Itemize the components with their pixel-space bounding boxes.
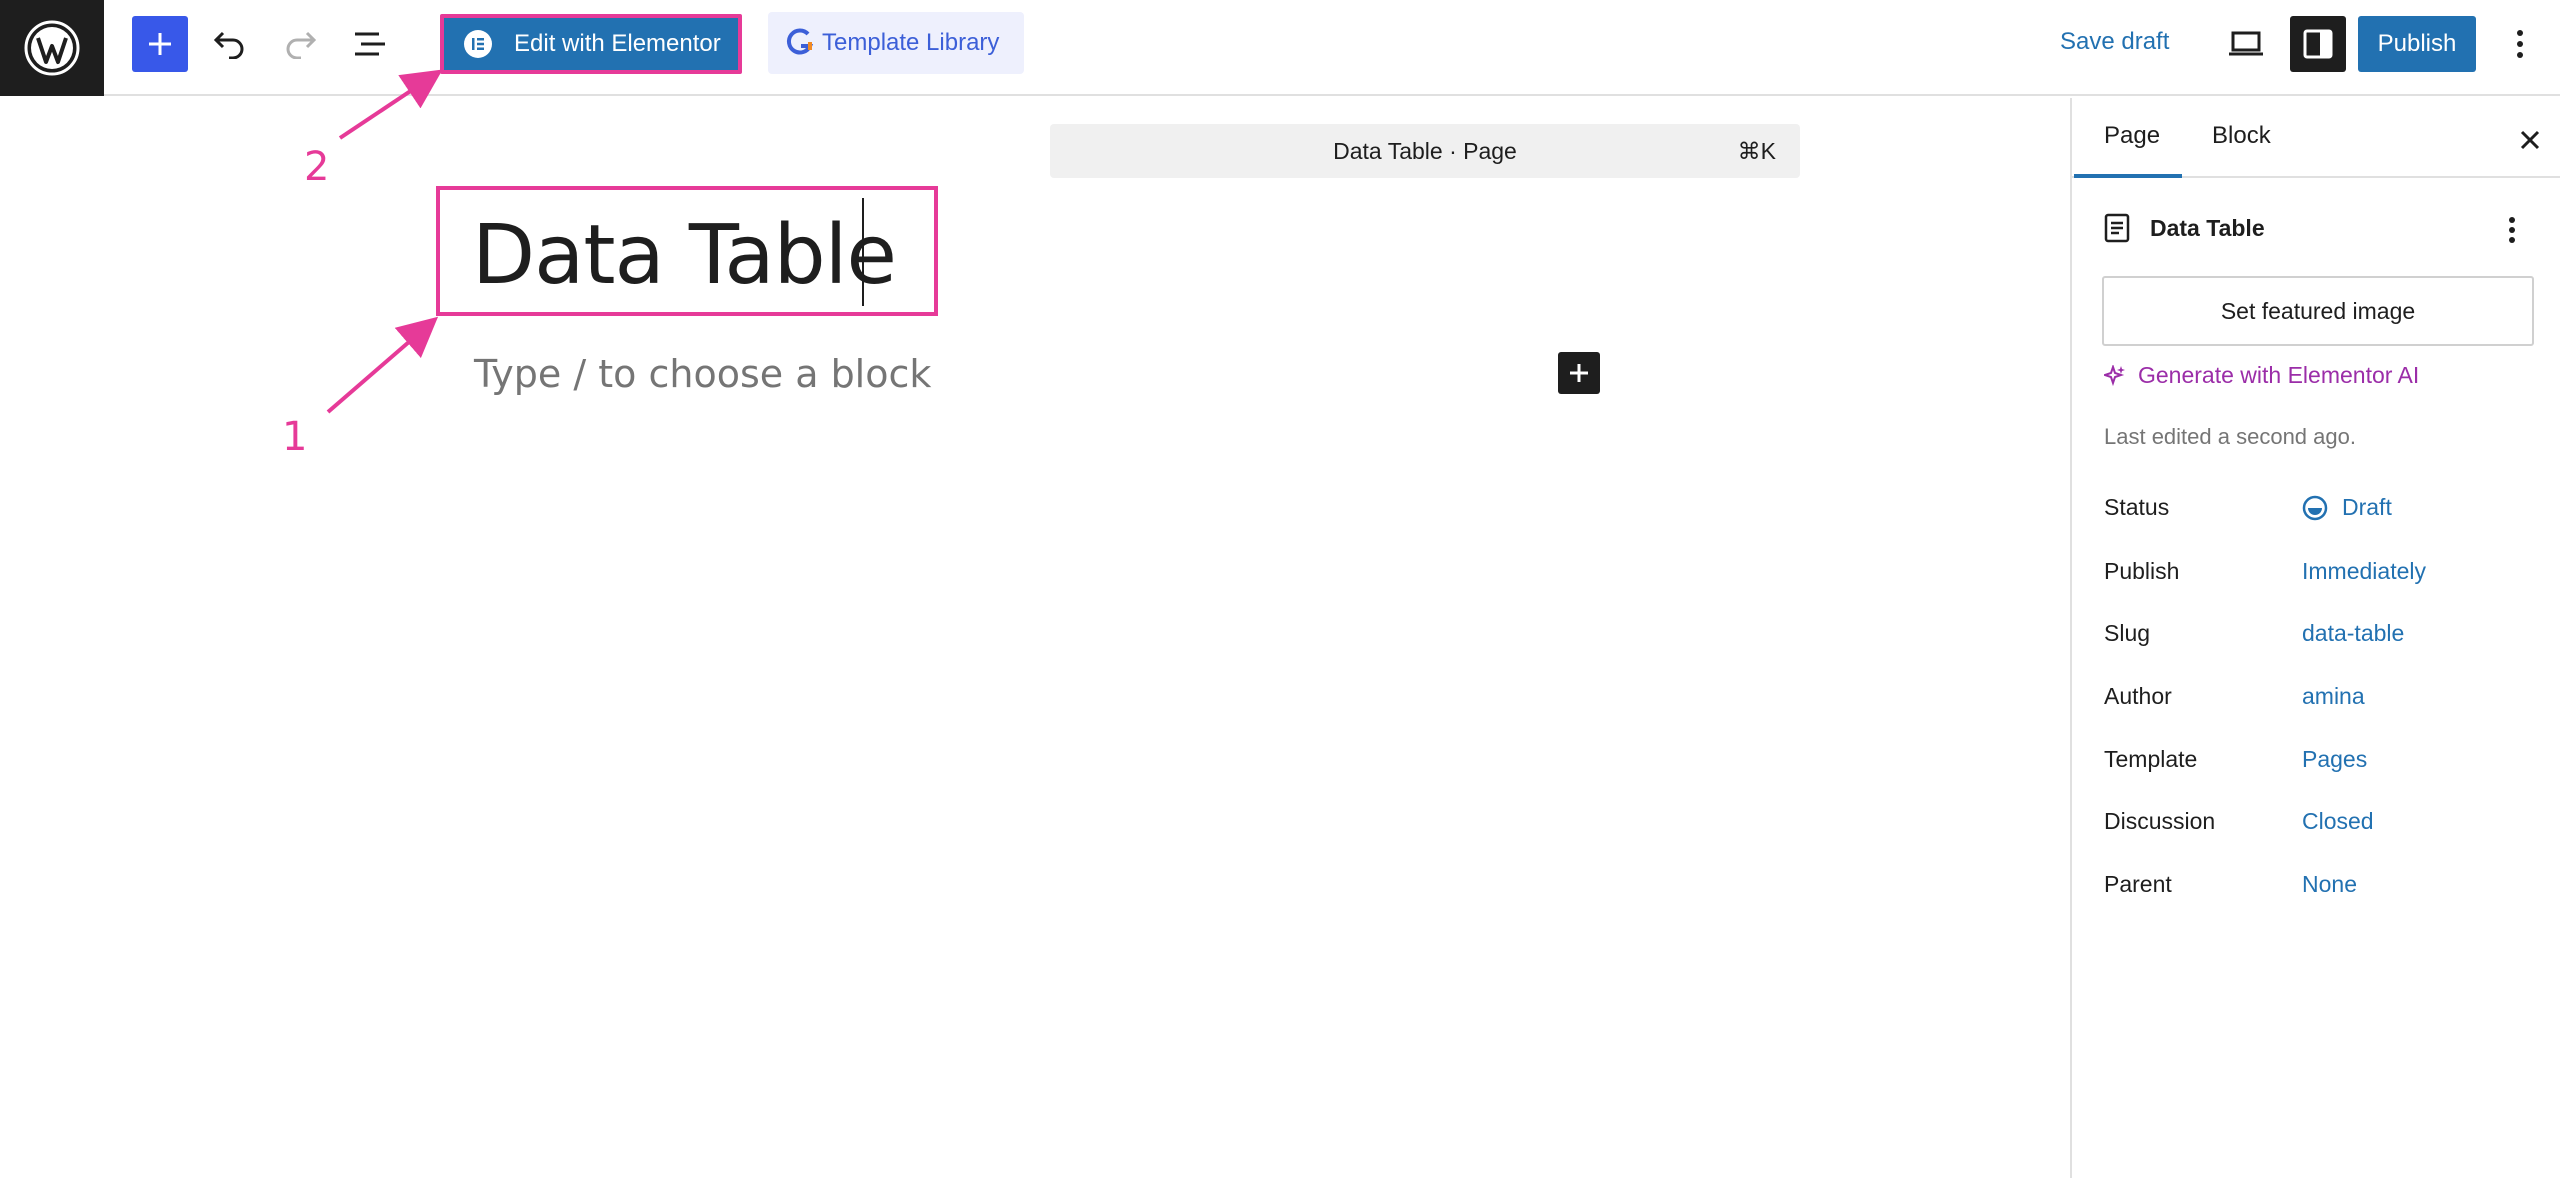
status-value-button[interactable]: Draft <box>2302 494 2392 521</box>
editor-canvas: Data Table · Page ⌘K Data Table Type / t… <box>0 98 2070 1178</box>
redo-button[interactable] <box>276 20 324 68</box>
property-slug: Slug data-table <box>2104 620 2544 656</box>
property-publish: Publish Immediately <box>2104 558 2544 594</box>
property-template: Template Pages <box>2104 746 2544 782</box>
property-value[interactable]: None <box>2302 871 2357 898</box>
save-draft-button[interactable]: Save draft <box>2060 28 2169 56</box>
more-vertical-icon <box>2517 30 2523 58</box>
document-overview-button[interactable] <box>346 20 394 68</box>
template-library-button[interactable]: Template Library <box>768 12 1024 74</box>
property-value[interactable]: amina <box>2302 683 2365 710</box>
property-value: Draft <box>2342 494 2392 520</box>
generate-ai-label: Generate with Elementor AI <box>2138 362 2420 388</box>
sidebar-icon <box>2303 29 2333 59</box>
edit-with-elementor-label: Edit with Elementor <box>514 30 721 57</box>
annotation-number-1: 1 <box>282 414 308 460</box>
close-icon <box>2520 130 2540 150</box>
more-vertical-icon <box>2509 217 2515 243</box>
document-summary: Data Table <box>2104 208 2544 248</box>
ai-sparkle-icon <box>2104 364 2125 386</box>
property-label: Parent <box>2104 871 2172 897</box>
publish-button[interactable]: Publish <box>2358 16 2476 72</box>
post-title-input[interactable]: Data Table <box>472 208 897 303</box>
property-label: Template <box>2104 746 2198 772</box>
draft-status-icon <box>2302 495 2328 520</box>
property-label: Discussion <box>2104 808 2216 834</box>
document-actions-button[interactable] <box>2492 210 2532 250</box>
options-menu-button[interactable] <box>2498 22 2542 66</box>
template-library-logo-icon <box>786 28 814 55</box>
plus-icon <box>149 33 171 55</box>
property-value[interactable]: data-table <box>2302 620 2404 647</box>
block-inserter-toggle-button[interactable] <box>132 16 188 72</box>
set-featured-image-button[interactable]: Set featured image <box>2102 276 2534 346</box>
settings-sidebar: Page Block Data Table Set featured image… <box>2070 98 2560 1178</box>
property-label: Author <box>2104 683 2172 709</box>
close-sidebar-button[interactable] <box>2508 118 2552 162</box>
undo-button[interactable] <box>206 20 254 68</box>
editor-header: Edit with Elementor Template Library Sav… <box>0 0 2560 96</box>
tab-page[interactable]: Page <box>2104 122 2160 150</box>
property-parent: Parent None <box>2104 871 2544 907</box>
property-value[interactable]: Immediately <box>2302 558 2426 585</box>
undo-icon <box>213 31 244 59</box>
document-title: Data Table <box>2150 214 2265 241</box>
sidebar-tabs: Page Block <box>2072 98 2560 178</box>
plus-icon <box>1570 364 1588 382</box>
property-label: Status <box>2104 494 2170 520</box>
last-edited-text: Last edited a second ago. <box>2104 424 2356 449</box>
redo-icon <box>286 31 317 59</box>
edit-with-elementor-button[interactable]: Edit with Elementor <box>440 14 742 74</box>
command-bar-shortcut: ⌘K <box>1737 137 1776 164</box>
active-tab-indicator <box>2074 174 2182 178</box>
template-library-label: Template Library <box>822 29 1000 56</box>
elementor-logo-icon <box>464 30 492 58</box>
block-placeholder[interactable]: Type / to choose a block <box>474 352 931 396</box>
page-icon <box>2104 213 2130 243</box>
preview-button[interactable] <box>2220 22 2272 66</box>
command-bar-title: Data Table · Page <box>1333 137 1517 164</box>
text-caret <box>862 198 864 306</box>
desktop-preview-icon <box>2229 31 2263 56</box>
property-value[interactable]: Pages <box>2302 746 2367 773</box>
wordpress-logo-icon[interactable] <box>0 0 104 96</box>
property-author: Author amina <box>2104 683 2544 719</box>
list-view-icon <box>355 32 385 56</box>
generate-with-elementor-ai-link[interactable]: Generate with Elementor AI <box>2104 362 2419 389</box>
property-status: Status Draft <box>2104 494 2544 530</box>
property-label: Slug <box>2104 620 2151 646</box>
add-block-button[interactable] <box>1558 352 1600 394</box>
property-discussion: Discussion Closed <box>2104 808 2544 844</box>
settings-sidebar-toggle-button[interactable] <box>2290 16 2346 72</box>
property-value[interactable]: Closed <box>2302 808 2374 835</box>
annotation-number-2: 2 <box>304 144 330 190</box>
property-label: Publish <box>2104 558 2180 584</box>
command-palette-bar[interactable]: Data Table · Page ⌘K <box>1050 124 1800 178</box>
tab-block[interactable]: Block <box>2212 122 2271 150</box>
